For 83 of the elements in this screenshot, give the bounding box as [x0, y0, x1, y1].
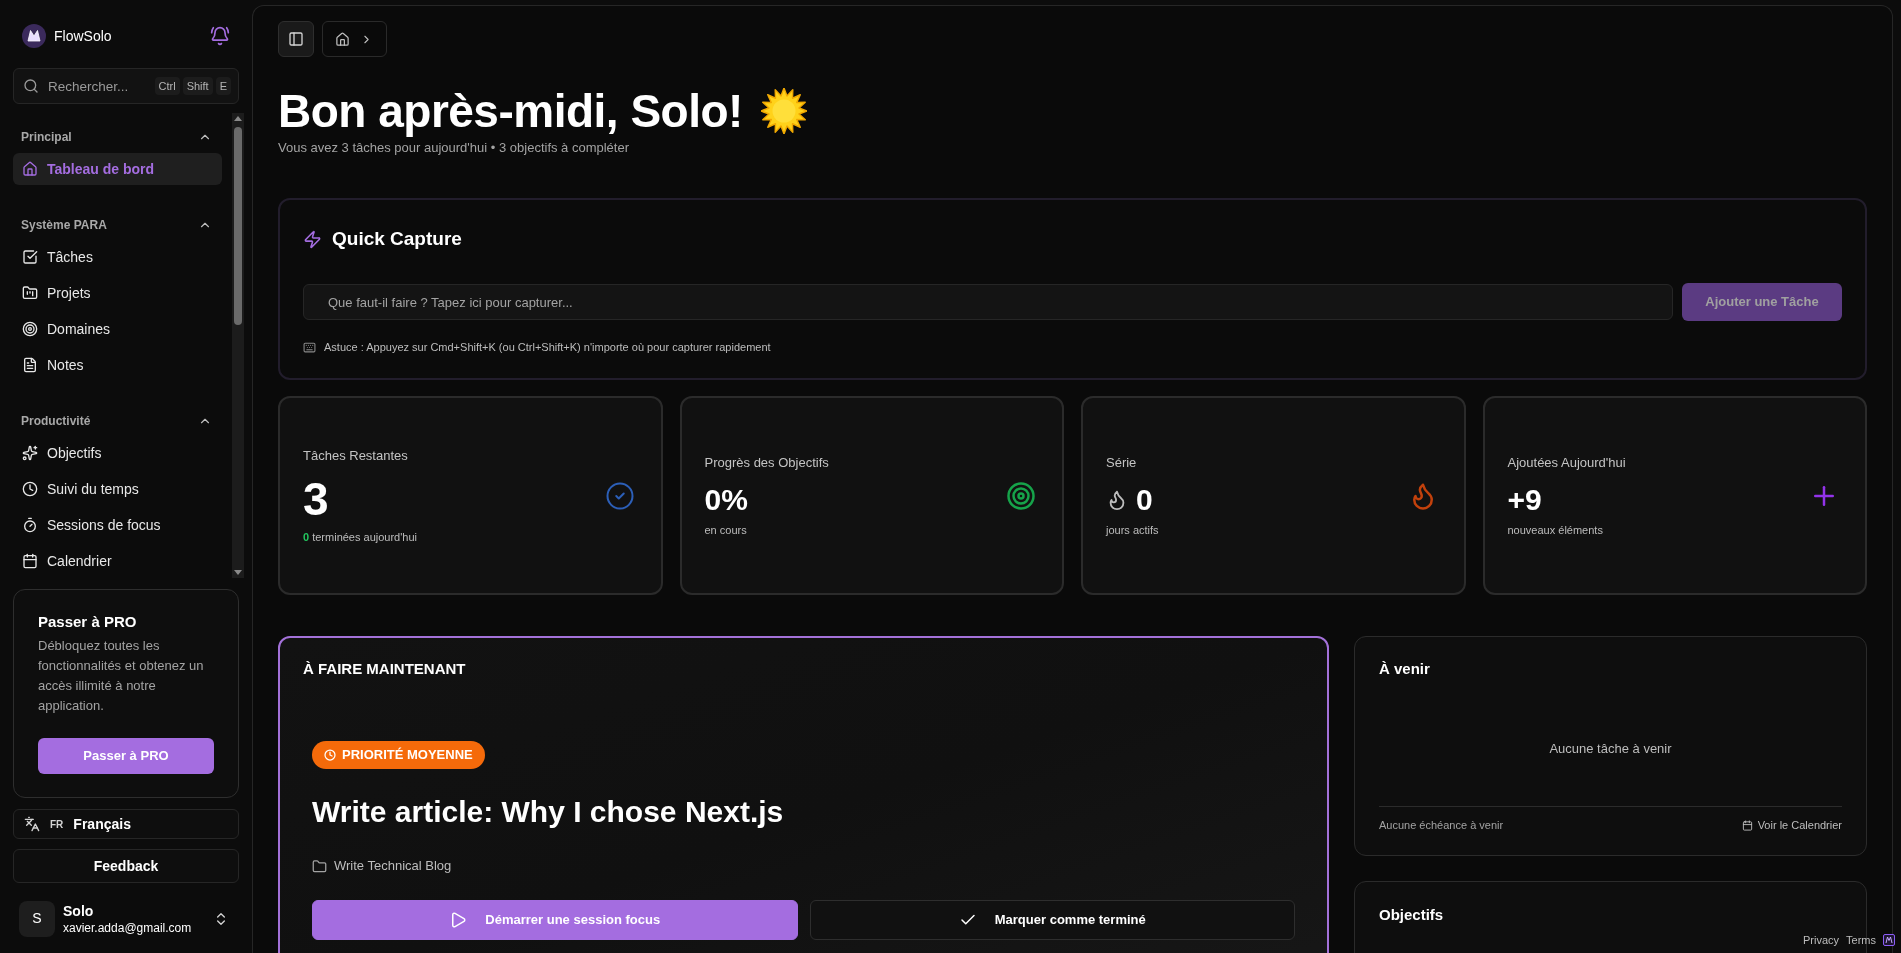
mark-complete-button[interactable]: Marquer comme terminé — [809, 900, 1295, 940]
calendar-icon — [1741, 819, 1753, 831]
footer-link[interactable]: Privacy — [1803, 931, 1840, 948]
nav-item[interactable]: Objectifs — [13, 437, 222, 469]
panel-icon — [288, 31, 304, 47]
nav-item[interactable]: Suivi du temps — [13, 473, 222, 505]
greeting-title: Bon après-midi, Solo! — [278, 85, 743, 137]
nav-item[interactable]: Notes — [13, 349, 222, 381]
stat-value: 0% — [704, 481, 748, 518]
do-now-heading: À FAIRE MAINTENANT — [302, 659, 467, 679]
stat-label: Progrès des Objectifs — [704, 453, 829, 472]
priority-label: PRIORITÉ MOYENNE — [342, 746, 473, 765]
keyboard-icon — [303, 340, 316, 354]
quick-capture-title: Quick Capture — [332, 226, 462, 251]
sidebar-toggle-button[interactable] — [278, 21, 314, 57]
greeting-subtitle: Vous avez 3 tâches pour aujourd'hui • 3 objectifs à compléter — [278, 139, 631, 157]
stat-label: Tâches Restantes — [303, 446, 409, 465]
upgrade-title: Passer à PRO — [38, 612, 138, 632]
app-icon[interactable] — [1883, 933, 1895, 946]
project-name: Write Technical Blog — [334, 857, 452, 876]
stat-note: 0 terminées aujourd'hui — [303, 529, 417, 545]
scroll-up-icon[interactable] — [234, 116, 242, 121]
capture-input[interactable]: Que faut-il faire ? Tapez ici pour capturer... — [303, 284, 1673, 320]
shortcut-key: Ctrl — [154, 77, 180, 95]
stat-value: 0 — [1136, 481, 1153, 518]
stat-note: en cours — [704, 522, 748, 538]
sparkles-icon — [22, 445, 38, 461]
stat-value: 3 — [303, 474, 329, 523]
bell-icon[interactable] — [210, 26, 230, 46]
stat-note: jours actifs — [1106, 522, 1159, 538]
nav-item[interactable]: Projets — [13, 277, 222, 309]
section-header[interactable]: Principal — [13, 125, 222, 149]
target-icon — [1006, 480, 1036, 511]
empty-message: Aucune tâche à venir — [1548, 741, 1673, 757]
nav-item[interactable]: Tableau de bord — [13, 153, 222, 185]
nav-item[interactable]: Sessions de focus — [13, 509, 222, 541]
goals-title: Objectifs — [1379, 905, 1445, 925]
deadline-note: Aucune échéance à venir — [1379, 818, 1504, 833]
upcoming-title: À venir — [1379, 659, 1431, 679]
shortcut-key: Shift — [182, 77, 213, 95]
lightning-icon — [303, 229, 322, 249]
stat-label: Série — [1106, 453, 1138, 472]
section-header[interactable]: Système PARA — [13, 213, 222, 237]
home-icon — [22, 161, 38, 177]
document-icon — [22, 357, 38, 373]
user-email: xavier.adda@gmail.com — [63, 919, 193, 936]
nav-item[interactable]: Calendrier — [13, 545, 222, 577]
clock-icon — [22, 481, 38, 497]
scrollbar[interactable] — [232, 113, 244, 578]
footer-link[interactable]: Terms — [1846, 931, 1876, 948]
language-selector[interactable]: FR Français — [13, 809, 239, 839]
feedback-button[interactable]: Feedback — [13, 849, 239, 883]
translate-icon — [24, 816, 40, 832]
calendar-icon — [22, 553, 38, 569]
check-circle-icon — [604, 480, 635, 511]
calendar-link[interactable]: Voir le Calendrier — [1741, 817, 1842, 833]
stopwatch-icon — [22, 517, 38, 533]
scroll-down-icon[interactable] — [234, 570, 242, 575]
logo-icon — [22, 24, 46, 48]
user-name: Solo — [63, 901, 95, 920]
stat-note: nouveaux éléments — [1507, 522, 1604, 538]
nav-item[interactable]: Domaines — [13, 313, 222, 345]
folder-icon — [22, 285, 38, 301]
task-title: Write article: Why I chose Next.js — [312, 794, 785, 830]
upgrade-button[interactable]: Passer à PRO — [38, 738, 214, 774]
start-focus-button[interactable]: Démarrer une session focus — [312, 900, 798, 940]
upgrade-text: Débloquez toutes les fonctionnalités et obtenez un accès illimité à notre application. — [38, 637, 205, 715]
capture-hint: Astuce : Appuyez sur Cmd+Shift+K (ou Ctrl+Shift+K) n'importe où pour capturer rapidement — [324, 340, 771, 355]
nav-item[interactable]: Tâches — [13, 241, 222, 273]
scrollbar-thumb[interactable] — [234, 127, 242, 325]
user-avatar[interactable]: S — [19, 900, 55, 937]
sun-icon — [760, 88, 807, 134]
stat-label: Ajoutées Aujourd'hui — [1507, 453, 1626, 472]
clock-icon — [324, 749, 336, 761]
stat-value: +9 — [1507, 481, 1542, 518]
folder-icon — [312, 858, 327, 874]
search-icon — [23, 78, 39, 94]
home-icon[interactable] — [335, 31, 350, 47]
brand-name: FlowSolo — [54, 26, 112, 46]
target-icon — [22, 321, 38, 337]
checkbox-icon — [22, 249, 38, 265]
section-header[interactable]: Productivité — [13, 409, 222, 433]
play-icon — [449, 911, 468, 929]
